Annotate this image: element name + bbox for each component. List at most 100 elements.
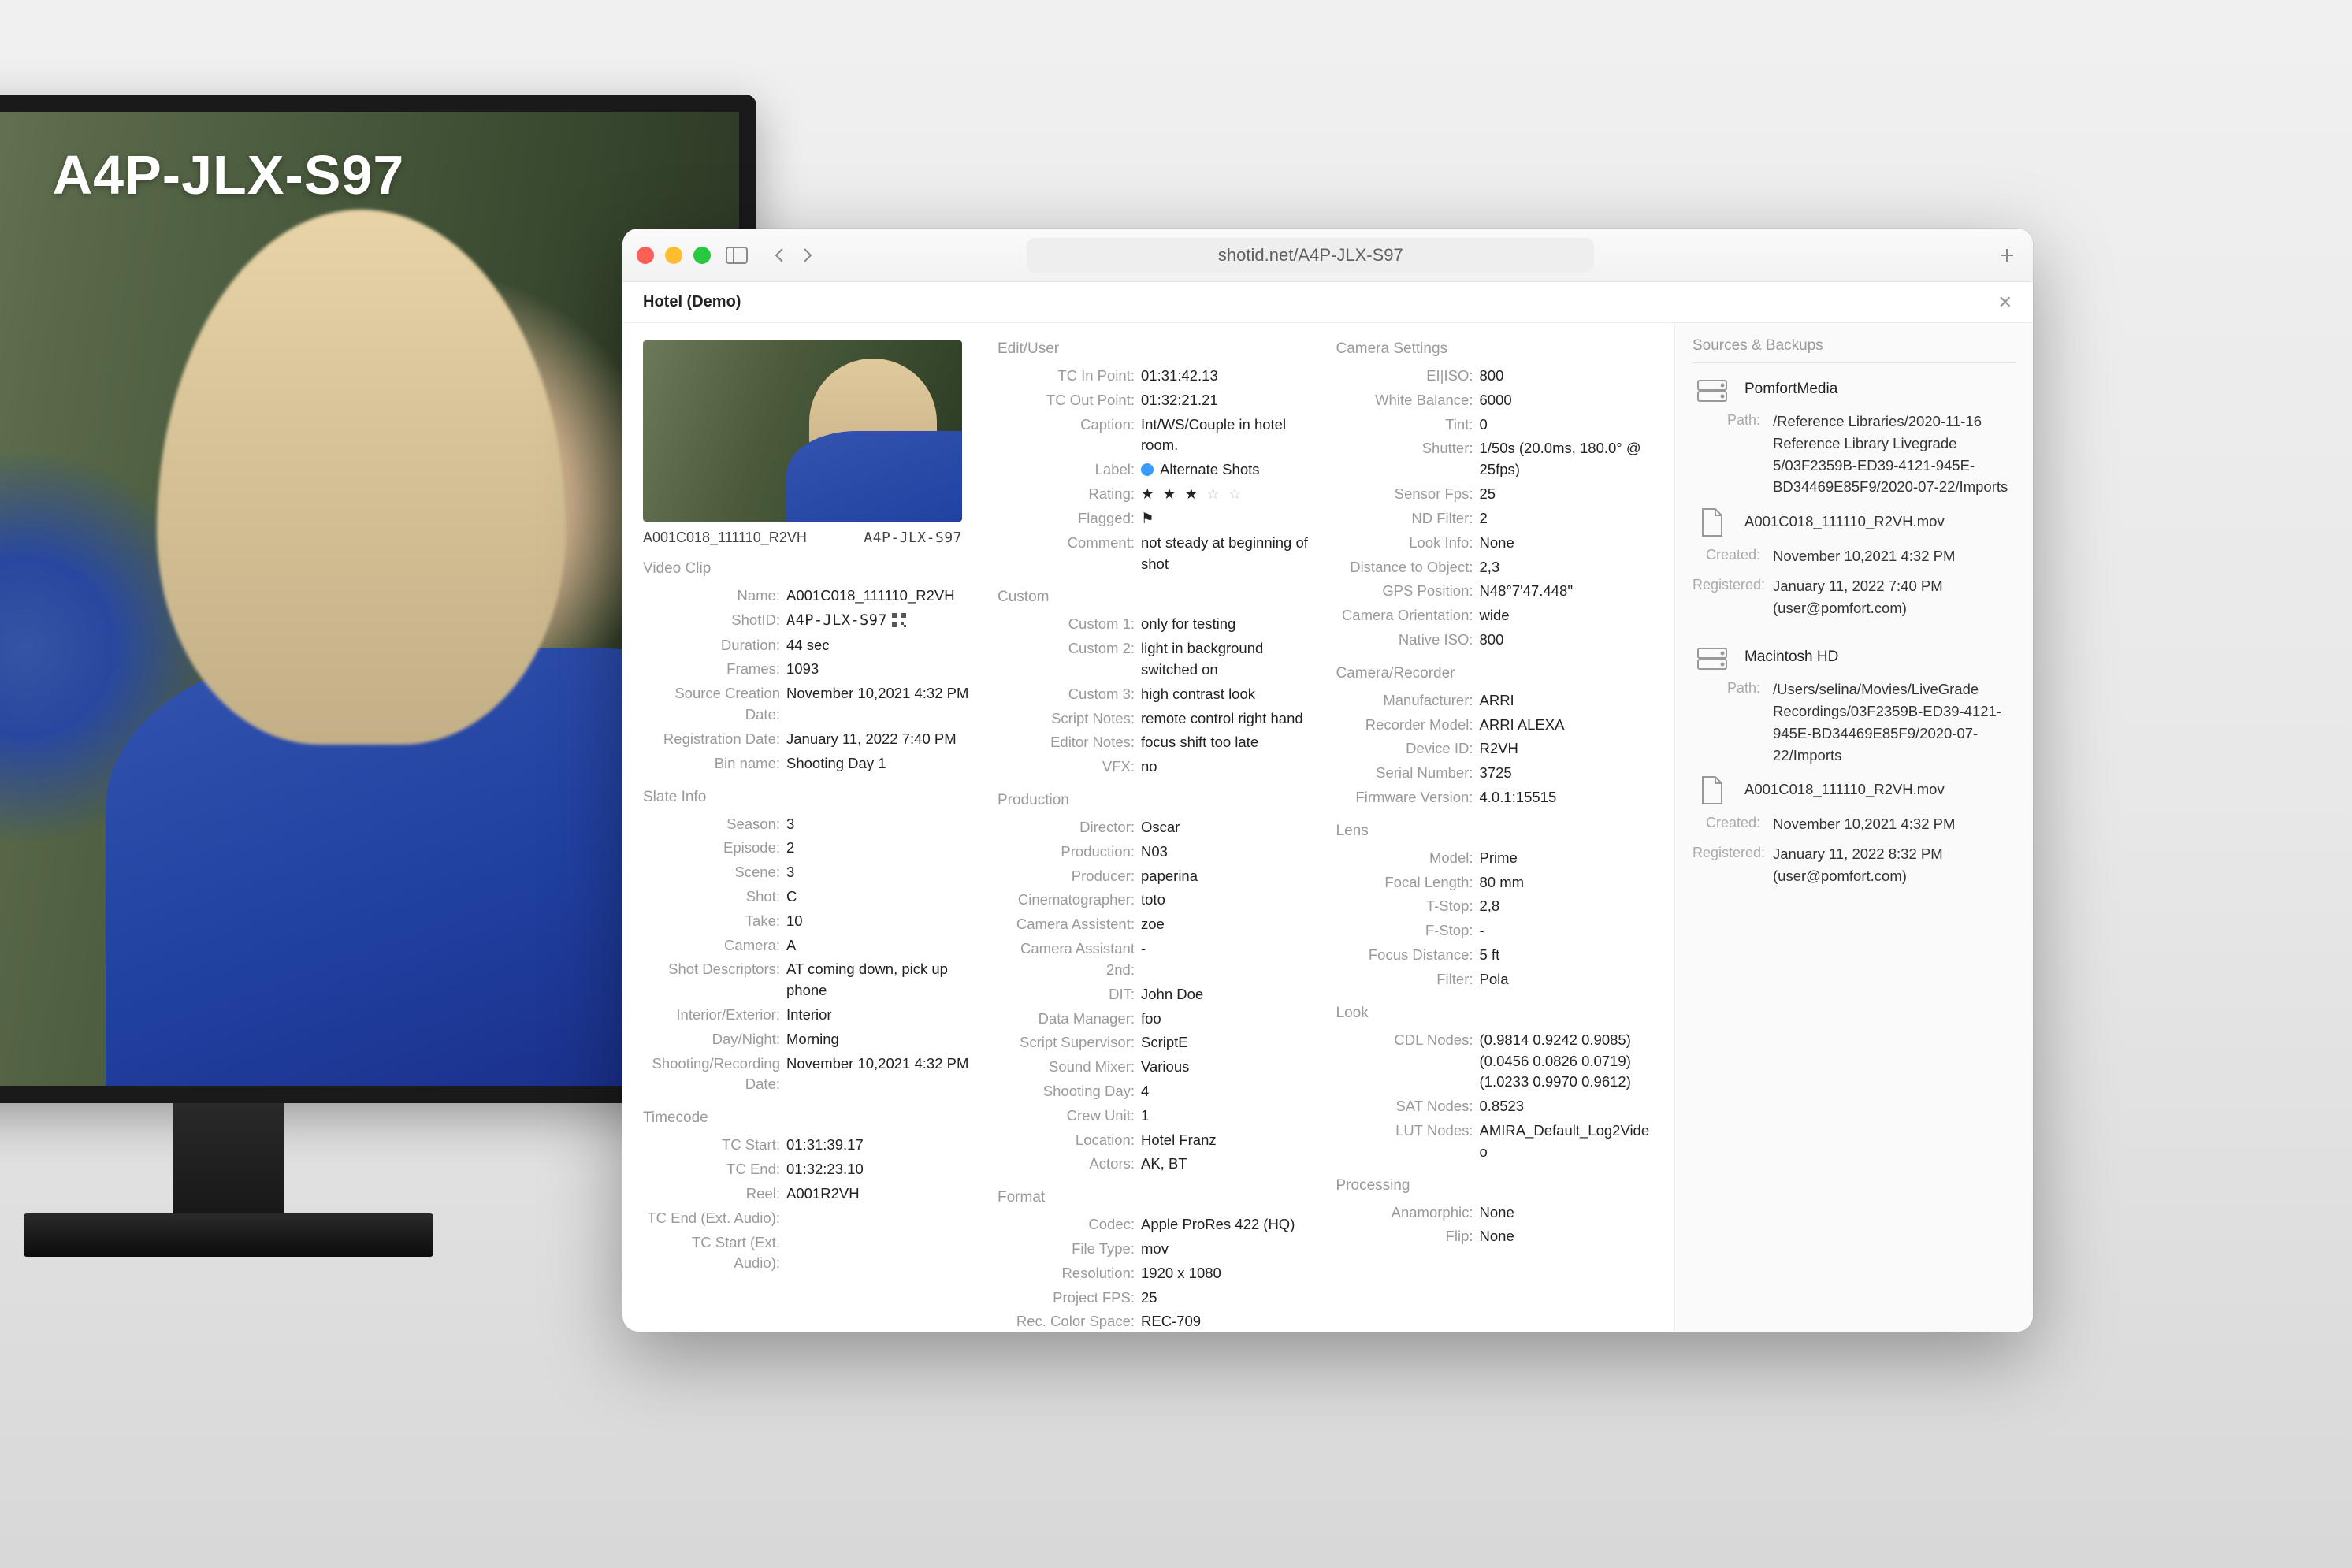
section-video-clip: Video Clip — [643, 560, 990, 578]
rec-dev: R2VH — [1480, 738, 1667, 760]
vfx: no — [1141, 756, 1328, 778]
cs-gps: N48°7'47.448'' — [1480, 581, 1667, 602]
cs-nd: 2 — [1480, 508, 1667, 529]
slate-season: 3 — [786, 814, 990, 835]
slate-intext: Interior — [786, 1005, 990, 1026]
cs-dist: 2,3 — [1480, 557, 1667, 578]
editor-notes: focus shift too late — [1141, 732, 1328, 753]
source-name: Macintosh HD — [1744, 645, 1838, 666]
monitor-overlay-shotid: A4P-JLX-S97 — [0, 143, 739, 206]
url-bar[interactable]: shotid.net/A4P-JLX-S97 — [1027, 238, 1594, 273]
lens-model: Prime — [1480, 848, 1667, 869]
monitor-neck — [173, 1103, 284, 1213]
qr-icon[interactable] — [892, 613, 906, 627]
vc-duration: 44 sec — [786, 635, 990, 656]
section-custom: Custom — [998, 589, 1328, 606]
slate-episode: 2 — [786, 838, 990, 859]
thumb-clip-name: A001C018_111110_R2VH — [643, 529, 807, 546]
vc-name: A001C018_111110_R2VH — [786, 585, 990, 607]
source-created: November 10,2021 4:32 PM — [1773, 813, 2016, 835]
close-window-button[interactable] — [637, 247, 654, 264]
vc-bin: Shooting Day 1 — [786, 753, 990, 775]
cs-shutter: 1/50s (20.0ms, 180.0° @ 25fps) — [1480, 438, 1667, 481]
custom-2: light in background switched on — [1141, 638, 1328, 681]
rec-fw: 4.0.1:15515 — [1480, 787, 1667, 808]
section-recorder: Camera/Recorder — [1336, 665, 1667, 682]
zoom-window-button[interactable] — [693, 247, 711, 264]
nav-forward-button[interactable] — [796, 246, 819, 265]
browser-titlebar: shotid.net/A4P-JLX-S97 — [622, 229, 2033, 282]
prod-director: Oscar — [1141, 817, 1328, 838]
rec-man: ARRI — [1480, 690, 1667, 712]
script-notes: remote control right hand — [1141, 708, 1328, 730]
source-block: PomfortMedia Path:/Reference Libraries/2… — [1692, 377, 2016, 619]
fmt-pfps: 25 — [1141, 1287, 1328, 1309]
edit-caption: Int/WS/Couple in hotel room. — [1141, 414, 1328, 457]
source-name: PomfortMedia — [1744, 377, 1837, 398]
fmt-res: 1920 x 1080 — [1141, 1263, 1328, 1284]
slate-daynight: Morning — [786, 1029, 990, 1050]
prod-dit: John Doe — [1141, 984, 1328, 1005]
section-camera-settings: Camera Settings — [1336, 340, 1667, 358]
nav-back-button[interactable] — [767, 246, 791, 265]
drive-icon — [1692, 377, 1732, 403]
edit-rating[interactable]: ★ ★ ★ ☆ ☆ — [1141, 484, 1328, 505]
clip-thumbnail[interactable] — [643, 340, 962, 522]
browser-window: shotid.net/A4P-JLX-S97 Hotel (Demo) ✕ A0… — [622, 229, 2033, 1332]
window-controls — [637, 247, 711, 264]
prod-name: N03 — [1141, 842, 1328, 863]
slate-recdate: November 10,2021 4:32 PM — [786, 1053, 990, 1075]
prod-dm: foo — [1141, 1009, 1328, 1030]
sources-sidebar: Sources & Backups PomfortMedia Path:/Ref… — [1674, 323, 2033, 1332]
source-created: November 10,2021 4:32 PM — [1773, 545, 2016, 567]
section-lens: Lens — [1336, 823, 1667, 840]
cs-tint: 0 — [1480, 414, 1667, 436]
edit-label: Alternate Shots — [1141, 459, 1328, 481]
new-tab-button[interactable] — [1995, 246, 2019, 265]
vc-src-date: November 10,2021 4:32 PM — [786, 683, 990, 704]
source-file: A001C018_111110_R2VH.mov — [1744, 774, 2016, 801]
edit-tcin: 01:31:42.13 — [1141, 366, 1328, 387]
lens-t: 2,8 — [1480, 896, 1667, 917]
proc-flip: None — [1480, 1226, 1667, 1247]
vc-reg-date: January 11, 2022 7:40 PM — [786, 729, 990, 750]
monitor-base — [24, 1213, 433, 1257]
prod-ca: zoe — [1141, 914, 1328, 935]
prod-producer: paperina — [1141, 866, 1328, 887]
vc-shotid: A4P-JLX-S97 — [786, 610, 990, 632]
proc-ana: None — [1480, 1202, 1667, 1224]
custom-1: only for testing — [1141, 614, 1328, 635]
section-timecode: Timecode — [643, 1109, 990, 1127]
prod-cine: toto — [1141, 890, 1328, 911]
prod-cu: 1 — [1141, 1105, 1328, 1127]
minimize-window-button[interactable] — [665, 247, 682, 264]
section-production: Production — [998, 792, 1328, 809]
file-icon — [1692, 506, 1732, 537]
slate-desc: AT coming down, pick up phone — [786, 959, 990, 1001]
tc-start: 01:31:39.17 — [786, 1135, 990, 1156]
custom-3: high contrast look — [1141, 684, 1328, 705]
cs-orient: wide — [1480, 605, 1667, 626]
prod-ss: ScriptE — [1141, 1032, 1328, 1053]
lens-f: - — [1480, 920, 1667, 942]
section-processing: Processing — [1336, 1177, 1667, 1195]
lens-fd: 5 ft — [1480, 945, 1667, 966]
prod-actors: AK, BT — [1141, 1154, 1328, 1175]
prod-sd: 4 — [1141, 1081, 1328, 1102]
slate-camera: A — [786, 935, 990, 957]
edit-flagged[interactable]: ⚑ — [1141, 508, 1328, 529]
look-sat: 0.8523 — [1480, 1096, 1667, 1117]
lens-fl: 80 mm — [1480, 872, 1667, 894]
page-title: Hotel (Demo) — [643, 293, 741, 311]
rec-ser: 3725 — [1480, 763, 1667, 784]
tc-end: 01:32:23.10 — [786, 1159, 990, 1180]
prod-sm: Various — [1141, 1057, 1328, 1078]
rec-model: ARRI ALEXA — [1480, 715, 1667, 736]
sidebar-toggle-icon[interactable] — [725, 246, 749, 265]
source-path: /Reference Libraries/2020-11-16 Referenc… — [1773, 411, 2016, 498]
cs-ei: 800 — [1480, 366, 1667, 387]
flag-icon: ⚑ — [1141, 508, 1154, 529]
source-registered: January 11, 2022 8:32 PM (user@pomfort.c… — [1773, 843, 2016, 887]
url-text: shotid.net/A4P-JLX-S97 — [1218, 245, 1403, 266]
close-panel-button[interactable]: ✕ — [1998, 292, 2012, 313]
